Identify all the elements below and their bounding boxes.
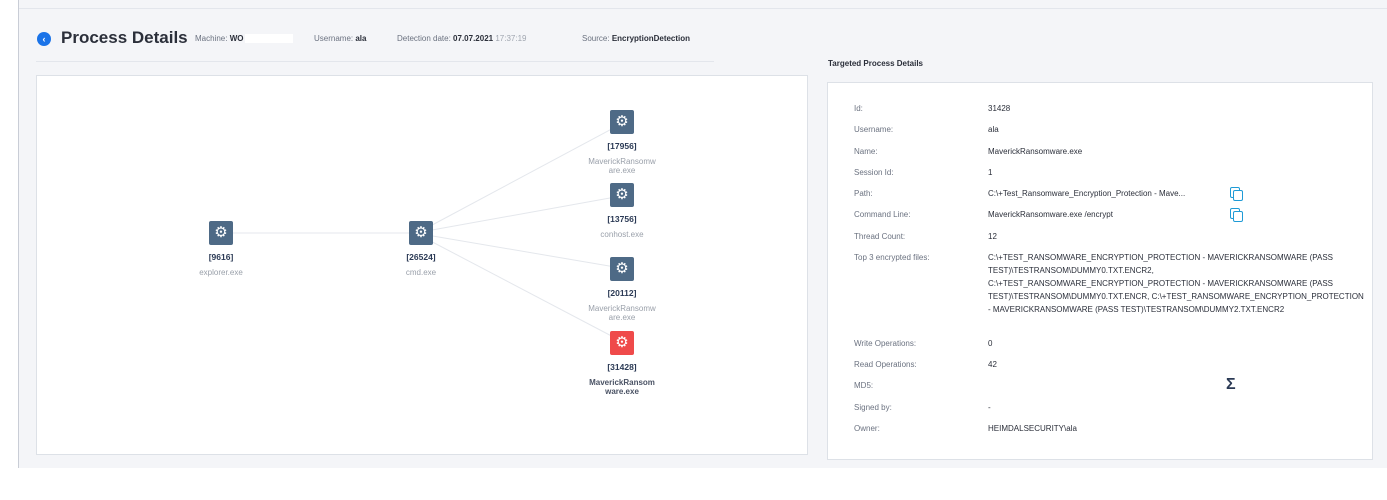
path-value: C:\+Test_Ransomware_Encryption_Protectio…	[988, 189, 1186, 198]
name-value: MaverickRansomware.exe	[988, 147, 1083, 156]
sigma-hash-icon[interactable]: Σ	[1226, 376, 1236, 394]
process-name: MaverickRansom ware.exe	[589, 378, 655, 396]
top-files-value: C:\+TEST_RANSOMWARE_ENCRYPTION_PROTECTIO…	[988, 253, 1364, 314]
process-node-explorer[interactable]: ⚙ [9616] explorer.exe	[166, 221, 276, 277]
gear-icon: ⚙	[610, 110, 634, 134]
source-meta: Source: EncryptionDetection	[582, 34, 690, 43]
thread-count-label: Thread Count:	[854, 232, 906, 241]
machine-value: WO	[229, 34, 244, 43]
process-node-cmd[interactable]: ⚙ [26524] cmd.exe	[366, 221, 476, 277]
command-line-value: MaverickRansomware.exe /encrypt	[988, 210, 1113, 219]
session-label: Session Id:	[854, 168, 894, 177]
username-meta: Username: ala	[314, 34, 366, 43]
gear-icon: ⚙	[409, 221, 433, 245]
gear-icon: ⚙	[610, 331, 634, 355]
command-line-label: Command Line:	[854, 210, 911, 219]
machine-redaction	[245, 34, 294, 44]
process-node-13756[interactable]: ⚙ [13756] conhost.exe	[567, 183, 677, 239]
detection-label: Detection date:	[397, 34, 451, 43]
process-name: conhost.exe	[600, 230, 644, 239]
process-name: MaverickRansomw are.exe	[588, 304, 656, 322]
source-value: EncryptionDetection	[611, 34, 691, 43]
username-value: ala	[988, 125, 999, 134]
detection-date: 07.07.2021	[453, 34, 494, 43]
read-ops-value: 42	[988, 360, 997, 369]
source-label: Source:	[582, 34, 610, 43]
id-value: 31428	[988, 104, 1011, 113]
md5-label: MD5:	[854, 381, 874, 390]
username-label: Username:	[854, 125, 894, 134]
top-files-label: Top 3 encrypted files:	[854, 253, 930, 262]
copy-command-icon[interactable]	[1230, 208, 1243, 222]
owner-label: Owner:	[854, 424, 880, 433]
back-circle-icon[interactable]: ‹	[37, 32, 51, 46]
section-title: Targeted Process Details	[828, 59, 924, 68]
process-pid: [9616]	[208, 252, 234, 262]
session-value: 1	[988, 168, 993, 177]
username-label: Username:	[314, 34, 354, 43]
process-graph-panel[interactable]: ⚙ [9616] explorer.exe ⚙ [26524] cmd.exe …	[36, 75, 808, 455]
process-name: cmd.exe	[405, 268, 437, 277]
top-divider	[19, 8, 1387, 9]
detection-time: 17:37:19	[495, 34, 527, 43]
read-ops-label: Read Operations:	[854, 360, 917, 369]
targeted-process-details-panel: Id: 31428 Username: ala Name: MaverickRa…	[827, 82, 1373, 460]
thread-count-value: 12	[988, 232, 997, 241]
username-value: ala	[355, 34, 367, 43]
process-pid: [17956]	[607, 141, 637, 151]
path-label: Path:	[854, 189, 873, 198]
process-pid: [31428]	[607, 362, 637, 372]
process-node-20112[interactable]: ⚙ [20112] MaverickRansomw are.exe	[567, 257, 677, 322]
owner-value: HEIMDALSECURITY\ala	[988, 424, 1077, 433]
machine-meta: Machine: WO	[195, 34, 294, 44]
gear-icon: ⚙	[610, 183, 634, 207]
name-label: Name:	[854, 147, 878, 156]
process-name: explorer.exe	[199, 268, 243, 277]
signed-by-label: Signed by:	[854, 403, 892, 412]
page-title: Process Details	[61, 28, 188, 47]
machine-label: Machine:	[195, 34, 228, 43]
header-divider	[36, 61, 714, 62]
process-pid: [13756]	[607, 214, 637, 224]
signed-by-value: -	[988, 403, 991, 412]
process-pid: [20112]	[607, 288, 637, 298]
process-name: MaverickRansomw are.exe	[588, 157, 656, 175]
gear-icon: ⚙	[209, 221, 233, 245]
detection-meta: Detection date: 07.07.2021 17:37:19	[397, 34, 526, 43]
copy-path-icon[interactable]	[1230, 187, 1243, 201]
left-border	[18, 0, 19, 468]
write-ops-value: 0	[988, 339, 993, 348]
process-pid: [26524]	[406, 252, 436, 262]
process-node-31428-target[interactable]: ⚙ [31428] MaverickRansom ware.exe	[567, 331, 677, 396]
process-node-17956[interactable]: ⚙ [17956] MaverickRansomw are.exe	[567, 110, 677, 175]
write-ops-label: Write Operations:	[854, 339, 917, 348]
id-label: Id:	[854, 104, 863, 113]
gear-icon: ⚙	[610, 257, 634, 281]
